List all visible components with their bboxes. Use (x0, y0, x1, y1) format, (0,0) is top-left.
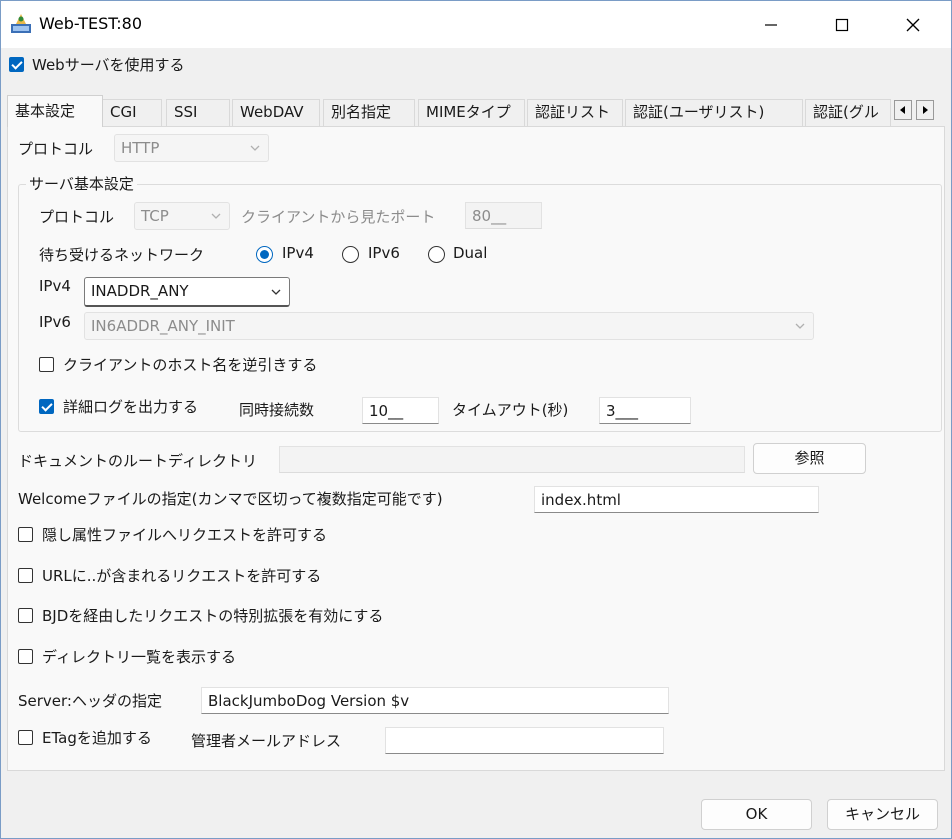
client-port-label: クライアントから見たポート (241, 208, 436, 226)
close-icon (906, 18, 920, 31)
welcome-field[interactable]: index.html (534, 486, 819, 513)
option-dir-listing-label: ディレクトリ一覧を表示する (42, 648, 236, 666)
radio-ipv6[interactable] (342, 246, 359, 263)
option-dir-listing-checkbox[interactable] (18, 649, 33, 664)
concurrent-label: 同時接続数 (239, 401, 315, 419)
radio-dual[interactable] (428, 246, 445, 263)
server-basic-group-title: サーバ基本設定 (26, 173, 137, 194)
admin-mail-label: 管理者メールアドレス (191, 732, 342, 750)
protocol-label: プロトコル (18, 140, 94, 158)
server-header-label: Server:ヘッダの指定 (18, 692, 162, 710)
network-label: 待ち受けるネットワーク (39, 246, 205, 264)
option-bjd-extension-checkbox[interactable] (18, 608, 33, 623)
browse-button[interactable]: 参照 (753, 443, 866, 474)
title-bar: Web-TEST:80 (1, 1, 951, 48)
ipv4-value: INADDR_ANY (91, 282, 189, 300)
radio-ipv4[interactable] (256, 246, 273, 263)
tab-scroll-right-button[interactable] (916, 100, 934, 120)
chevron-down-icon (250, 145, 260, 151)
ipv6-label: IPv6 (39, 313, 71, 331)
etag-label: ETagを追加する (42, 729, 152, 747)
tab-scroll-right-icon (923, 106, 928, 114)
maximize-icon (835, 18, 849, 31)
admin-mail-field[interactable] (385, 727, 664, 754)
protocol-select[interactable]: HTTP (114, 134, 269, 162)
tab-auth-group[interactable]: 認証(グル (805, 99, 891, 126)
chevron-down-icon (211, 213, 221, 219)
tab-ssi[interactable]: SSI (166, 99, 230, 126)
docroot-field[interactable] (279, 446, 745, 473)
radio-dual-label: Dual (453, 244, 488, 262)
tab-alias[interactable]: 別名指定 (323, 99, 415, 126)
tab-webdav[interactable]: WebDAV (232, 99, 320, 126)
group-protocol-select[interactable]: TCP (134, 202, 230, 230)
radio-ipv6-label: IPv6 (368, 244, 400, 262)
window-title: Web-TEST:80 (39, 14, 142, 33)
protocol-value: HTTP (121, 139, 160, 157)
server-header-field[interactable]: BlackJumboDog Version $v (201, 687, 669, 714)
welcome-label: Welcomeファイルの指定(カンマで区切って複数指定可能です) (18, 490, 443, 508)
option-hidden-files-label: 隠し属性ファイルへリクエストを許可する (42, 526, 328, 544)
client-port-field[interactable]: 80__ (465, 202, 542, 229)
concurrent-field[interactable]: 10__ (362, 397, 439, 424)
reverse-lookup-label: クライアントのホスト名を逆引きする (63, 356, 318, 374)
reverse-lookup-checkbox[interactable] (39, 357, 54, 372)
tab-auth-list[interactable]: 認証リスト (527, 99, 623, 126)
option-bjd-extension-label: BJDを経由したリクエストの特別拡張を有効にする (42, 607, 384, 625)
app-icon (11, 14, 31, 33)
use-webserver-checkbox[interactable] (9, 57, 24, 72)
minimize-icon (765, 23, 777, 26)
timeout-field[interactable]: 3___ (599, 397, 691, 424)
ipv6-select[interactable]: IN6ADDR_ANY_INIT (84, 312, 814, 340)
etag-checkbox[interactable] (18, 730, 33, 745)
ipv4-label: IPv4 (39, 277, 71, 295)
close-button[interactable] (890, 1, 936, 48)
tab-scroll-left-button[interactable] (894, 100, 912, 120)
ipv4-select[interactable]: INADDR_ANY (84, 277, 290, 307)
group-protocol-label: プロトコル (39, 208, 115, 226)
tab-auth-userlist[interactable]: 認証(ユーザリスト) (625, 99, 803, 126)
detail-log-label: 詳細ログを出力する (63, 398, 199, 416)
chevron-down-icon (271, 289, 281, 295)
option-hidden-files-checkbox[interactable] (18, 527, 33, 542)
option-dotdot-url-checkbox[interactable] (18, 568, 33, 583)
timeout-label: タイムアウト(秒) (452, 401, 569, 419)
tab-mime[interactable]: MIMEタイプ (418, 99, 525, 126)
use-webserver-label: Webサーバを使用する (32, 56, 185, 74)
chevron-down-icon (795, 323, 805, 329)
ipv6-value: IN6ADDR_ANY_INIT (91, 317, 235, 335)
tab-cgi[interactable]: CGI (102, 99, 162, 126)
maximize-button[interactable] (819, 1, 865, 48)
tab-basic[interactable]: 基本設定 (7, 95, 103, 127)
settings-window: Web-TEST:80 Webサーバを使用する 基本設定 CGI SSI Web… (0, 0, 952, 839)
ok-button[interactable]: OK (701, 799, 812, 830)
group-protocol-value: TCP (141, 207, 169, 225)
docroot-label: ドキュメントのルートディレクトリ (18, 452, 257, 470)
cancel-button[interactable]: キャンセル (827, 799, 938, 830)
radio-ipv4-label: IPv4 (282, 244, 314, 262)
tab-scroll-left-icon (900, 106, 905, 114)
minimize-button[interactable] (748, 1, 794, 48)
detail-log-checkbox[interactable] (39, 399, 54, 414)
option-dotdot-url-label: URLに..が含まれるリクエストを許可する (42, 567, 322, 585)
